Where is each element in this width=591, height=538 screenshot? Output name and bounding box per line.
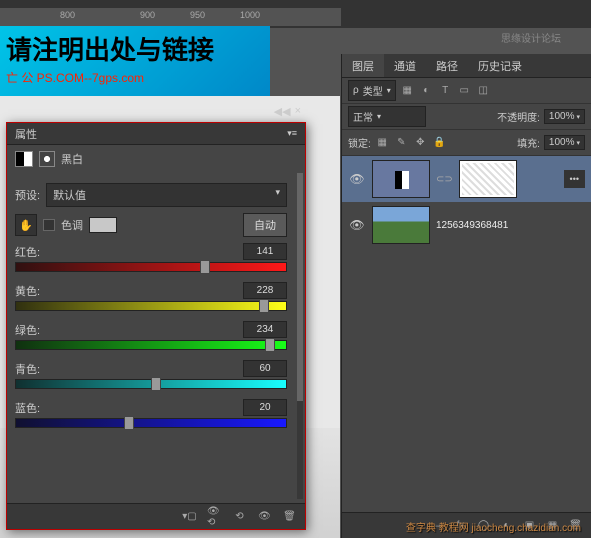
- fill-label: 填充:: [517, 135, 540, 150]
- properties-footer: ▾▢ 👁⟲ ⟲ 👁 🗑: [7, 503, 305, 529]
- opacity-input[interactable]: 100%▾: [544, 109, 585, 124]
- slider-knob[interactable]: [265, 338, 275, 352]
- ruler-tick: 800: [60, 10, 75, 20]
- banner-subtitle: 亡 公 PS.COM--7gps.com: [0, 69, 270, 86]
- preset-select[interactable]: 默认值▾: [46, 183, 287, 207]
- watermark-banner: 请注明出处与链接 亡 公 PS.COM--7gps.com: [0, 26, 270, 96]
- properties-scrollbar[interactable]: [297, 173, 303, 499]
- slider-label: 红色:: [15, 244, 40, 260]
- slider-label: 黄色:: [15, 283, 40, 299]
- bw-adjustment-icon: [15, 151, 33, 167]
- preset-row: 预设: 默认值▾: [15, 183, 287, 207]
- lock-transparent-icon[interactable]: ▦: [375, 135, 390, 150]
- slider-value-input[interactable]: 20: [243, 399, 287, 416]
- lock-row: 锁定: ▦ ✎ ✥ 🔒 填充: 100%▾: [342, 130, 591, 156]
- panel-dock-controls: ◀◀ ×: [274, 105, 301, 118]
- opacity-label: 不透明度:: [497, 109, 540, 124]
- filter-adjust-icon[interactable]: ◐: [419, 83, 434, 98]
- filter-row: ρ类型▾ ▦ ◐ T ▭ ◫: [342, 78, 591, 104]
- slider-track[interactable]: [15, 262, 287, 272]
- panel-menu-icon[interactable]: ▾≡: [287, 128, 297, 139]
- kind-filter[interactable]: ρ类型▾: [348, 80, 396, 101]
- ruler-horizontal: 800 900 950 1000: [0, 8, 341, 26]
- tint-label: 色调: [61, 217, 83, 233]
- lock-all-icon[interactable]: 🔒: [432, 135, 447, 150]
- slider-green: 绿色: 234: [15, 321, 287, 350]
- filter-type-icon[interactable]: T: [438, 83, 453, 98]
- scrollbar-thumb[interactable]: [297, 173, 303, 401]
- collapse-icon[interactable]: ◀◀: [274, 105, 291, 118]
- adjustment-header: 黑白: [7, 145, 305, 173]
- slider-label: 蓝色:: [15, 400, 40, 416]
- filter-smart-icon[interactable]: ◫: [476, 83, 491, 98]
- auto-button[interactable]: 自动: [243, 213, 287, 237]
- slider-knob[interactable]: [259, 299, 269, 313]
- slider-label: 青色:: [15, 361, 40, 377]
- reset-icon[interactable]: ⟲: [232, 509, 247, 524]
- blend-mode-select[interactable]: 正常▾: [348, 106, 426, 127]
- page-watermark: 查字典 教程网 jiaocheng.chazidian.com: [406, 519, 581, 534]
- layer-background[interactable]: 👁 1256349368481: [342, 202, 591, 248]
- layer-name[interactable]: 1256349368481: [436, 220, 508, 231]
- slider-knob[interactable]: [124, 416, 134, 430]
- blend-row: 正常▾ 不透明度: 100%▾: [342, 104, 591, 130]
- tab-history[interactable]: 历史记录: [468, 54, 532, 77]
- lock-label: 锁定:: [348, 135, 371, 150]
- tint-swatch[interactable]: [89, 217, 117, 233]
- ruler-tick: 950: [190, 10, 205, 20]
- slider-track[interactable]: [15, 418, 287, 428]
- close-icon[interactable]: ×: [295, 105, 301, 118]
- top-watermark: 思缘设计论坛: [501, 30, 561, 45]
- lock-position-icon[interactable]: ✥: [413, 135, 428, 150]
- view-previous-icon[interactable]: 👁⟲: [207, 509, 222, 524]
- filter-pixel-icon[interactable]: ▦: [400, 83, 415, 98]
- ruler-tick: 1000: [240, 10, 260, 20]
- targeted-tool-icon[interactable]: ✋: [15, 214, 37, 236]
- visibility-toggle[interactable]: 👁: [348, 172, 366, 186]
- layer-menu-icon[interactable]: •••: [564, 170, 585, 188]
- slider-track[interactable]: [15, 379, 287, 389]
- visibility-toggle[interactable]: 👁: [348, 218, 366, 232]
- adjustment-thumb[interactable]: [372, 160, 430, 198]
- slider-value-input[interactable]: 141: [243, 243, 287, 260]
- delete-adjustment-icon[interactable]: 🗑: [282, 509, 297, 524]
- adjustment-name: 黑白: [61, 151, 83, 167]
- properties-panel: ◀◀ × 属性 ▾≡ 黑白 预设: 默认值▾ ✋ 色调 自动 红色:141 黄色…: [6, 122, 306, 530]
- slider-value-input[interactable]: 228: [243, 282, 287, 299]
- slider-blue: 蓝色: 20: [15, 399, 287, 428]
- mask-mode-icon[interactable]: [39, 151, 55, 167]
- slider-red: 红色: 141: [15, 243, 287, 272]
- layers-panel: 图层 通道 路径 历史记录 ρ类型▾ ▦ ◐ T ▭ ◫ 正常▾ 不透明度: 1…: [341, 54, 591, 538]
- slider-cyan: 青色: 60: [15, 360, 287, 389]
- slider-value-input[interactable]: 234: [243, 321, 287, 338]
- ruler-tick: 900: [140, 10, 155, 20]
- layer-adjustment-bw[interactable]: 👁 ⊂⊃ •••: [342, 156, 591, 202]
- properties-body: 预设: 默认值▾ ✋ 色调 自动 红色: 141 黄色: 228 绿色: 234 青色…: [7, 173, 295, 499]
- lock-image-icon[interactable]: ✎: [394, 135, 409, 150]
- mask-thumb[interactable]: [459, 160, 517, 198]
- panel-tabs: 图层 通道 路径 历史记录: [342, 54, 591, 78]
- slider-knob[interactable]: [200, 260, 210, 274]
- preset-label: 预设:: [15, 187, 40, 203]
- toggle-visibility-icon[interactable]: 👁: [257, 509, 272, 524]
- slider-track[interactable]: [15, 340, 287, 350]
- slider-value-input[interactable]: 60: [243, 360, 287, 377]
- tab-channels[interactable]: 通道: [384, 54, 426, 77]
- slider-label: 绿色:: [15, 322, 40, 338]
- filter-shape-icon[interactable]: ▭: [457, 83, 472, 98]
- banner-title: 请注明出处与链接: [0, 26, 270, 69]
- tint-checkbox[interactable]: [43, 219, 55, 231]
- properties-tab[interactable]: 属性: [15, 126, 37, 142]
- fill-input[interactable]: 100%▾: [544, 135, 585, 150]
- properties-tabs: 属性 ▾≡: [7, 123, 305, 145]
- tint-row: ✋ 色调 自动: [15, 213, 287, 237]
- clip-to-layer-icon[interactable]: ▾▢: [182, 509, 197, 524]
- link-icon[interactable]: ⊂⊃: [436, 174, 453, 185]
- tab-paths[interactable]: 路径: [426, 54, 468, 77]
- layer-thumb[interactable]: [372, 206, 430, 244]
- slider-knob[interactable]: [151, 377, 161, 391]
- slider-track[interactable]: [15, 301, 287, 311]
- tab-layers[interactable]: 图层: [342, 54, 384, 77]
- slider-yellow: 黄色: 228: [15, 282, 287, 311]
